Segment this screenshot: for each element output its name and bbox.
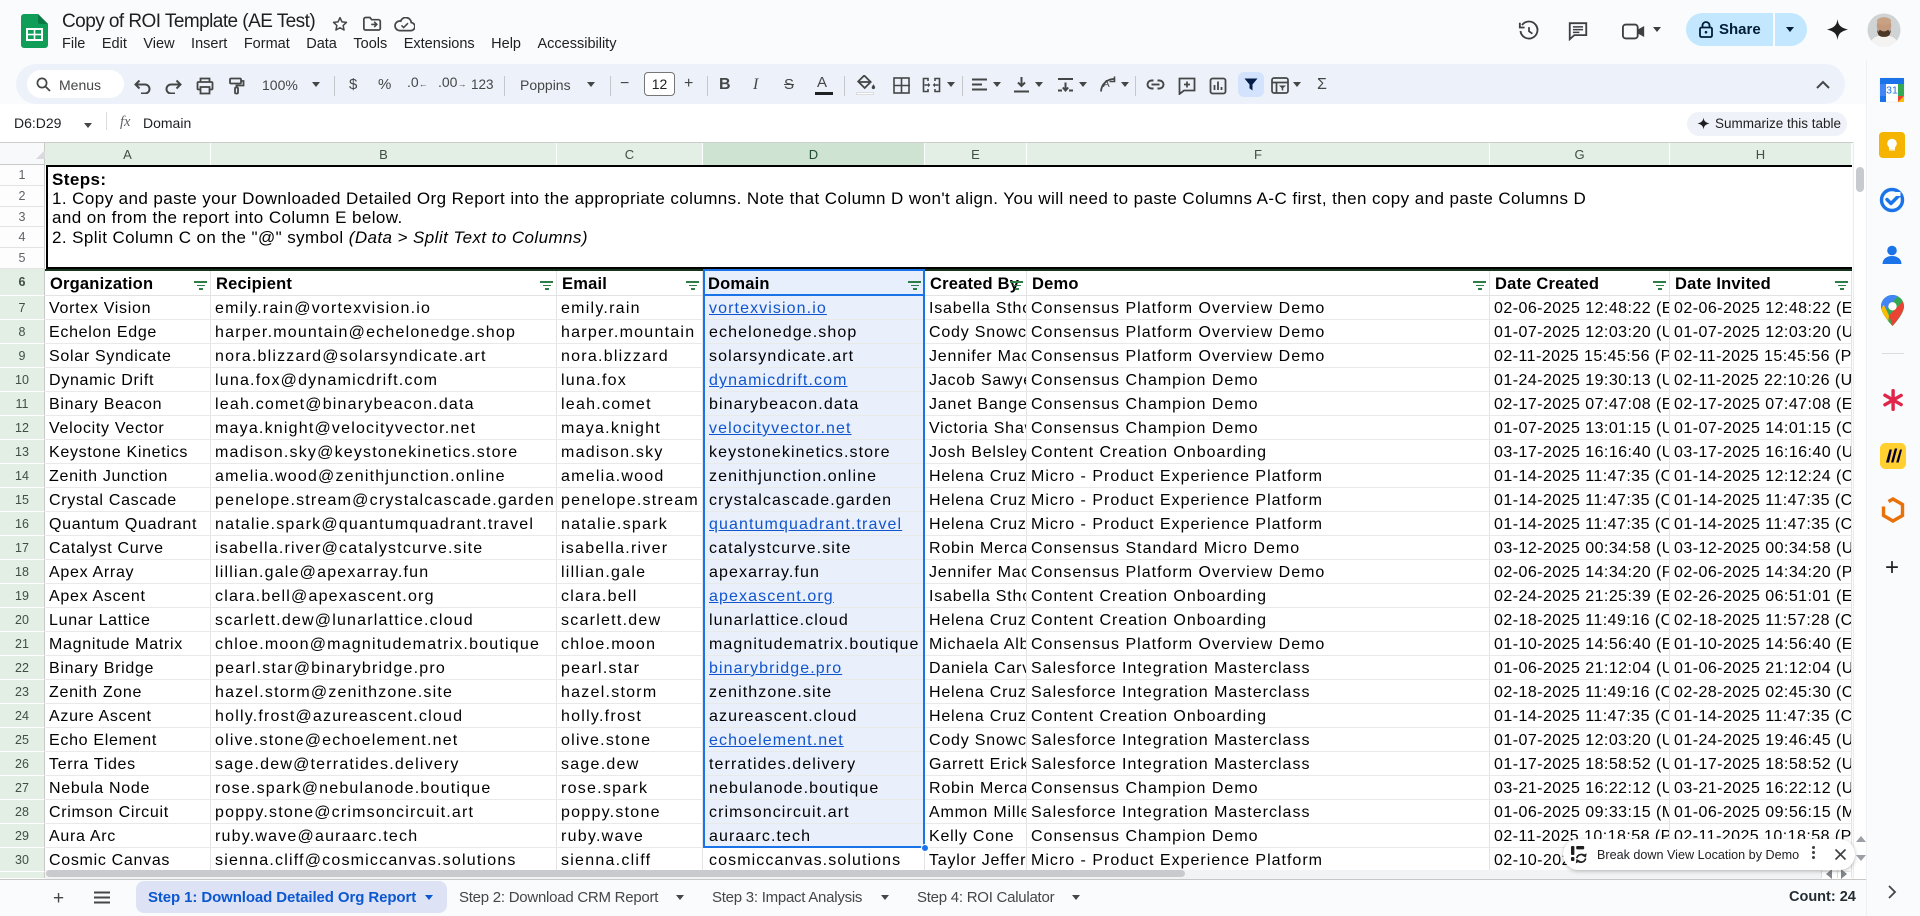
svg-text:31: 31 bbox=[1886, 85, 1898, 97]
svg-text:A: A bbox=[1103, 79, 1110, 90]
